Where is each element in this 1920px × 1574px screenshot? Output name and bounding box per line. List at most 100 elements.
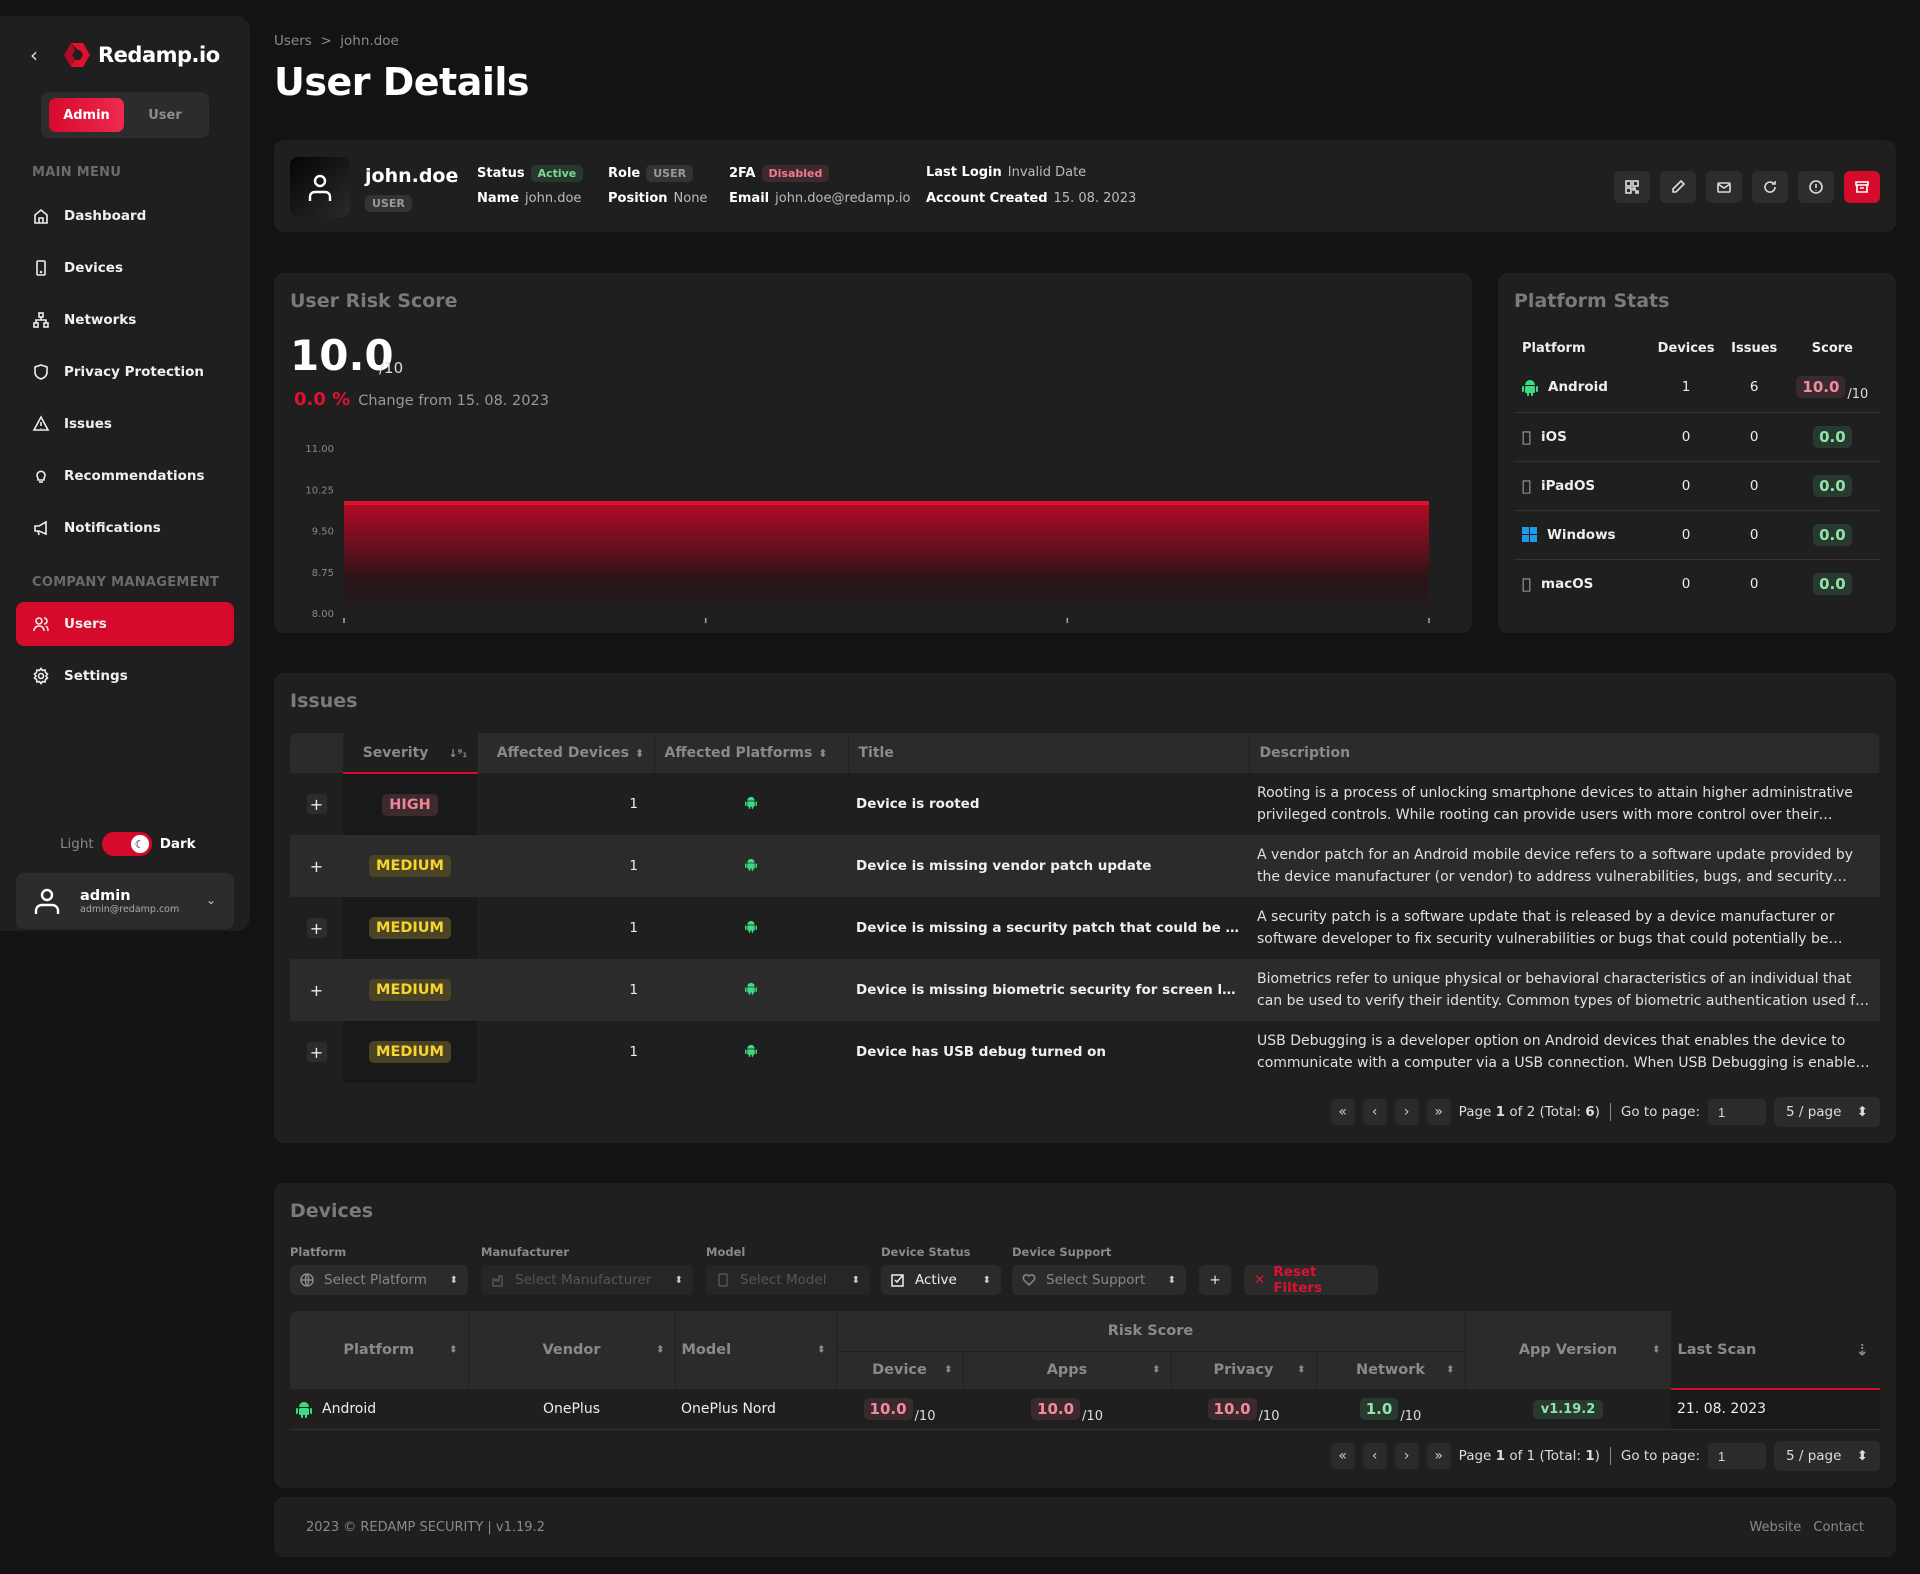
expand-row-button[interactable]: + [306,918,327,938]
name-label: Name [477,191,520,206]
sidebar-item-users[interactable]: Users [16,602,234,646]
last-page-button[interactable]: » [1426,1099,1451,1125]
expand-row-button[interactable]: + [306,980,327,1000]
col-platform[interactable]: Platform ⬍ [290,1311,469,1390]
plus-icon: + [1209,1272,1221,1288]
platform-issues: 0 [1749,575,1759,592]
account-created-label: Account Created [926,191,1048,206]
y-tick-label: 11.00 [305,444,334,455]
col-vendor[interactable]: Vendor ⬍ [468,1311,676,1390]
col-apps[interactable]: Apps ⬍ [963,1351,1172,1390]
issue-row[interactable]: + MEDIUM 1 Device is missing vendor patch u… [290,835,1880,897]
platform-issues: 0 [1723,412,1785,462]
account-menu[interactable]: admin admin@redamp.com ⌄ [16,873,234,929]
android-icon [296,1401,312,1418]
col-network[interactable]: Network ⬍ [1316,1351,1466,1390]
device-icon [36,260,46,276]
affected-devices: 1 [477,959,654,1021]
col-severity[interactable]: Severity ↓⁹₁ [343,733,478,774]
devices-title: Devices [290,1200,374,1222]
sort-desc-icon: ⇣ [1855,1340,1869,1359]
filter-device-support-select[interactable]: Select Support ⬍ [1012,1265,1186,1295]
col-affected-platforms[interactable]: Affected Platforms ⬍ [654,733,849,773]
theme-toggle[interactable]: ☾ [101,832,152,856]
contact-link[interactable]: Contact [1813,1520,1864,1535]
per-page-select[interactable]: 5 / page ⬍ [1774,1097,1880,1127]
next-page-button[interactable]: › [1394,1099,1419,1125]
email-label: Email [729,191,770,206]
goto-page-input[interactable] [1708,1099,1766,1125]
per-page-select[interactable]: 5 / page ⬍ [1774,1441,1880,1471]
sidebar-item-recommendations[interactable]: Recommendations [16,454,234,498]
logo[interactable]: Redamp.io [62,40,220,70]
sidebar-item-devices[interactable]: Devices [16,246,234,290]
lightbulb-icon [36,470,46,483]
filter-platform-select[interactable]: Select Platform ⬍ [290,1265,468,1295]
col-affected-devices[interactable]: Affected Devices ⬍ [477,733,655,773]
col-app-version[interactable]: App Version ⬍ [1465,1311,1672,1390]
issue-row[interactable]: + HIGH 1 Device is rooted Rooting is a proce… [290,773,1880,835]
sidebar-item-label: Settings [64,668,128,684]
chevron-down-icon[interactable]: ⌄ [206,893,216,907]
sidebar-item-dashboard[interactable]: Dashboard [16,194,234,238]
platform-stats-title: Platform Stats [1514,290,1670,312]
android-icon [745,982,757,995]
col-privacy[interactable]: Privacy ⬍ [1171,1351,1317,1390]
sidebar-item-label: Notifications [64,520,161,536]
archive-icon [1855,181,1869,193]
expand-row-button[interactable]: + [306,1042,327,1062]
col-expand [290,733,344,773]
status-label: Status [477,166,525,181]
sidebar-item-networks[interactable]: Networks [16,298,234,342]
sort-icon: ⬍ [635,747,645,760]
filter-manufacturer-select[interactable]: Select Manufacturer ⬍ [481,1265,693,1295]
theme-switch: Light ☾ Dark [60,832,196,856]
back-chevron-icon[interactable]: ‹ [30,43,50,67]
role-admin-button[interactable]: Admin [49,98,124,132]
platform-row-android: Android 1 6 10.0/10 [1514,363,1880,413]
breadcrumb-users[interactable]: Users [274,33,312,49]
sidebar-item-notifications[interactable]: Notifications [16,506,234,550]
privacy-score: 10.0 [1207,1398,1257,1420]
android-icon [1522,379,1538,396]
issues-title: Issues [290,690,358,712]
issues-card: Issues Severity ↓⁹₁ Affected Devices ⬍ Aff… [274,673,1896,1143]
expand-row-button[interactable]: + [306,856,327,876]
windows-icon [1522,527,1537,542]
col-last-scan[interactable]: Last Scan ⇣ [1671,1311,1880,1390]
prev-page-button[interactable]: ‹ [1362,1443,1387,1469]
android-icon [745,1044,757,1057]
expand-row-button[interactable]: + [306,794,327,814]
sidebar-item-settings[interactable]: Settings [16,654,234,698]
next-page-button[interactable]: › [1394,1443,1419,1469]
reset-filters-button[interactable]: ✕ Reset Filters [1244,1264,1378,1296]
qr-code-button[interactable] [1614,171,1650,203]
issue-row[interactable]: + MEDIUM 1 Device is missing biometric secu… [290,959,1880,1021]
archive-button[interactable] [1844,171,1880,203]
android-icon [745,858,757,871]
goto-label: Go to page: [1620,1448,1700,1464]
filter-device-status-select[interactable]: Active ⬍ [881,1265,1001,1295]
first-page-button[interactable]: « [1330,1099,1355,1125]
sidebar-item-issues[interactable]: Issues [16,402,234,446]
last-page-button[interactable]: » [1426,1443,1451,1469]
sidebar-item-privacy-protection[interactable]: Privacy Protection [16,350,234,394]
prev-page-button[interactable]: ‹ [1362,1099,1387,1125]
first-page-button[interactable]: « [1330,1443,1355,1469]
edit-button[interactable] [1660,171,1696,203]
refresh-button[interactable] [1752,171,1788,203]
add-filter-button[interactable]: + [1199,1265,1231,1295]
col-device[interactable]: Device ⬍ [836,1351,964,1390]
website-link[interactable]: Website [1749,1520,1801,1535]
moon-icon: ☾ [130,835,149,853]
col-model[interactable]: Model ⬍ [675,1311,837,1390]
issue-row[interactable]: + MEDIUM 1 Device has USB debug turned on US… [290,1021,1880,1083]
device-row[interactable]: Android OnePlus OnePlus Nord 10.0/10 10.… [290,1389,1880,1430]
mail-button[interactable] [1706,171,1742,203]
info-button[interactable] [1798,171,1834,203]
goto-page-input[interactable] [1708,1443,1766,1469]
updown-icon: ⬍ [674,1274,683,1286]
filter-model-select[interactable]: Select Model ⬍ [706,1265,870,1295]
role-user-button[interactable]: User [130,98,200,132]
issue-row[interactable]: + MEDIUM 1 Device is missing a security pat… [290,897,1880,959]
